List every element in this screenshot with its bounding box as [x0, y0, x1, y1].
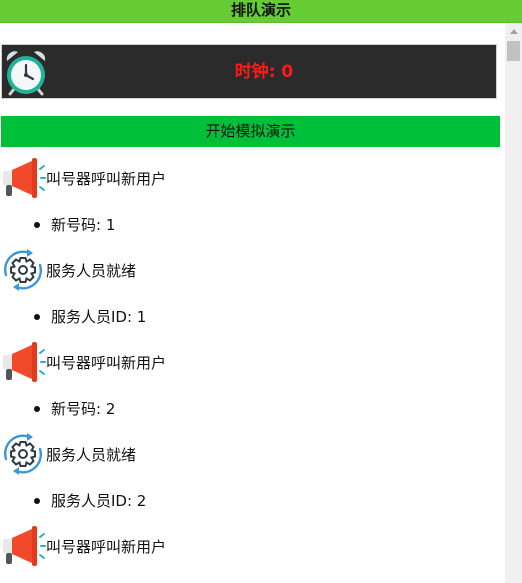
log-entry: 服务人员就绪: [0, 431, 136, 477]
log-detail-text: 新号码: 2: [51, 400, 116, 418]
vertical-scrollbar[interactable]: [505, 23, 522, 583]
log-entry: 叫号器呼叫新用户: [0, 523, 166, 569]
megaphone-icon: [3, 158, 46, 198]
log-detail-text: 服务人员ID: 2: [51, 492, 147, 510]
bullet-icon: [34, 221, 40, 228]
demo-content[interactable]: 时钟: 0 开始模拟演示 叫号器呼叫新用户 新号码: 1 服务人员就绪 服务人员…: [0, 23, 505, 583]
log-entry-text: 服务人员就绪: [46, 445, 137, 464]
megaphone-icon: [3, 526, 46, 566]
log-entry: 服务人员就绪: [0, 247, 136, 293]
log-entry: 叫号器呼叫新用户: [0, 339, 166, 385]
log-detail: 服务人员ID: 1: [34, 306, 146, 327]
log-detail: 新号码: 1: [34, 214, 115, 235]
log-detail-text: 服务人员ID: 1: [51, 308, 147, 326]
clock-panel: 时钟: 0: [1, 44, 497, 99]
bullet-icon: [34, 405, 40, 412]
gear-icon: [4, 249, 42, 291]
gear-icon: [4, 433, 42, 475]
log-entry: 叫号器呼叫新用户: [0, 155, 166, 201]
clock-label: 时钟: 0: [234, 62, 294, 82]
log-detail: 服务人员ID: 2: [34, 490, 146, 511]
log-entry-text: 叫号器呼叫新用户: [46, 537, 167, 556]
log-entry-text: 叫号器呼叫新用户: [46, 169, 167, 188]
start-simulation-button[interactable]: 开始模拟演示: [1, 116, 500, 147]
log-entry-text: 叫号器呼叫新用户: [46, 353, 167, 372]
megaphone-icon: [3, 342, 46, 382]
scroll-up-arrow-icon[interactable]: [505, 23, 522, 40]
bullet-icon: [34, 313, 40, 320]
log-detail-text: 新号码: 1: [51, 216, 116, 234]
bullet-icon: [34, 497, 40, 504]
log-entry-text: 服务人员就绪: [46, 261, 137, 280]
scrollbar-thumb[interactable]: [507, 41, 520, 61]
page-title: 排队演示: [0, 0, 522, 23]
log-detail: 新号码: 2: [34, 398, 115, 419]
